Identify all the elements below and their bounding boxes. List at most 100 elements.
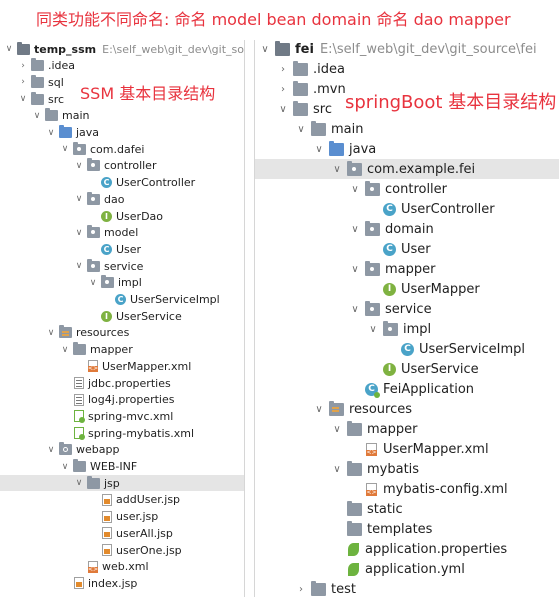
tree-node[interactable]: ∨ jsp: [0, 475, 244, 492]
tree-node[interactable]: userAll.jsp: [0, 525, 244, 541]
tree-node[interactable]: ∨ WEB-INF: [0, 459, 244, 475]
expand-arrow-down-icon[interactable]: ∨: [259, 44, 271, 55]
expand-arrow-down-icon[interactable]: ∨: [277, 104, 289, 115]
tree-node[interactable]: spring-mybatis.xml: [0, 425, 244, 441]
tree-node[interactable]: application.properties: [255, 539, 559, 559]
tree-node[interactable]: I UserService: [255, 359, 559, 379]
tree-node[interactable]: jdbc.properties: [0, 375, 244, 391]
tree-node[interactable]: UserMapper.xml: [255, 439, 559, 459]
tree-node[interactable]: application.yml: [255, 559, 559, 579]
expand-arrow-down-icon[interactable]: ∨: [331, 424, 343, 435]
expand-arrow-down-icon[interactable]: ∨: [4, 44, 14, 54]
tree-node[interactable]: ∨ com.example.fei: [255, 159, 559, 179]
expand-arrow-down-icon[interactable]: ∨: [60, 144, 70, 154]
tree-node[interactable]: ∨ com.dafei: [0, 141, 244, 157]
tree-node[interactable]: C User: [255, 239, 559, 259]
tree-node[interactable]: I UserService: [0, 308, 244, 324]
tree-node[interactable]: ∨ mapper: [255, 419, 559, 439]
tree-node[interactable]: UserMapper.xml: [0, 358, 244, 374]
expand-arrow-right-icon[interactable]: ›: [277, 84, 289, 95]
tree-node[interactable]: C FeiApplication: [255, 379, 559, 399]
expand-arrow-down-icon[interactable]: ∨: [74, 161, 84, 171]
expand-arrow-down-icon[interactable]: ∨: [331, 164, 343, 175]
tree-node[interactable]: ∨ service: [255, 299, 559, 319]
tree-node[interactable]: ∨ resources: [255, 399, 559, 419]
expand-arrow-right-icon[interactable]: ›: [18, 77, 28, 87]
expand-arrow-right-icon[interactable]: ›: [18, 61, 28, 71]
tree-node[interactable]: › .idea: [0, 58, 244, 74]
left-project-tree-panel[interactable]: ∨ temp_ssm E:\self_web\git_dev\git_source\…: [0, 40, 245, 597]
tree-node[interactable]: ∨ resources: [0, 325, 244, 341]
tree-node[interactable]: › .idea: [255, 59, 559, 79]
expand-arrow-down-icon[interactable]: ∨: [74, 261, 84, 271]
tree-node[interactable]: ∨ main: [0, 108, 244, 124]
expand-arrow-down-icon[interactable]: ∨: [74, 478, 84, 488]
expand-arrow-down-icon[interactable]: ∨: [46, 128, 56, 138]
tree-node[interactable]: ∨ service: [0, 258, 244, 274]
tree-node[interactable]: ∨ fei E:\self_web\git_dev\git_source\fei: [255, 40, 559, 59]
expand-arrow-down-icon[interactable]: ∨: [74, 228, 84, 238]
expand-arrow-right-icon[interactable]: ›: [277, 64, 289, 75]
expand-arrow-down-icon[interactable]: ∨: [46, 445, 56, 455]
expand-arrow-down-icon[interactable]: ∨: [32, 111, 42, 121]
tree-node-label: src: [313, 101, 332, 117]
expand-arrow-right-icon[interactable]: ›: [295, 584, 307, 595]
tree-node-label: web.xml: [102, 560, 149, 574]
expand-arrow-down-icon[interactable]: ∨: [295, 124, 307, 135]
tree-node[interactable]: ∨ mapper: [0, 342, 244, 358]
tree-node-label: java: [349, 141, 377, 157]
tree-node[interactable]: static: [255, 499, 559, 519]
tree-node[interactable]: mybatis-config.xml: [255, 479, 559, 499]
tree-node[interactable]: user.jsp: [0, 509, 244, 525]
right-project-tree-panel[interactable]: ∨ fei E:\self_web\git_dev\git_source\fei ›.…: [254, 40, 559, 597]
tree-node[interactable]: I UserDao: [0, 208, 244, 224]
expand-arrow-down-icon[interactable]: ∨: [18, 94, 28, 104]
tree-node[interactable]: C UserController: [255, 199, 559, 219]
tree-node[interactable]: ∨ java: [255, 139, 559, 159]
tree-node[interactable]: ∨ dao: [0, 191, 244, 207]
expand-arrow-down-icon[interactable]: ∨: [367, 324, 379, 335]
expand-arrow-down-icon[interactable]: ∨: [349, 184, 361, 195]
tree-node[interactable]: ∨ main: [255, 119, 559, 139]
spring-config-icon: [74, 410, 85, 424]
tree-node[interactable]: ∨ java: [0, 125, 244, 141]
tree-node[interactable]: ∨ controller: [0, 158, 244, 174]
tree-node[interactable]: ∨ impl: [255, 319, 559, 339]
tree-node[interactable]: I UserMapper: [255, 279, 559, 299]
tree-node[interactable]: userOne.jsp: [0, 542, 244, 558]
expand-arrow-down-icon[interactable]: ∨: [349, 224, 361, 235]
expand-arrow-down-icon[interactable]: ∨: [331, 464, 343, 475]
source-folder-icon: [329, 140, 344, 156]
expand-arrow-down-icon[interactable]: ∨: [349, 304, 361, 315]
tree-node[interactable]: addUser.jsp: [0, 492, 244, 508]
tree-node[interactable]: ∨ domain: [255, 219, 559, 239]
tree-node-label: log4j.properties: [88, 393, 175, 407]
tree-node[interactable]: templates: [255, 519, 559, 539]
tree-node[interactable]: C UserServiceImpl: [0, 292, 244, 308]
tree-node[interactable]: ∨ controller: [255, 179, 559, 199]
tree-node[interactable]: › test: [255, 579, 559, 597]
expand-arrow-down-icon[interactable]: ∨: [88, 278, 98, 288]
tree-node[interactable]: ∨ mapper: [255, 259, 559, 279]
expand-arrow-down-icon[interactable]: ∨: [313, 144, 325, 155]
tree-node[interactable]: ∨ webapp: [0, 442, 244, 458]
tree-node[interactable]: spring-mvc.xml: [0, 408, 244, 424]
tree-node[interactable]: index.jsp: [0, 575, 244, 591]
tree-node[interactable]: ∨ impl: [0, 275, 244, 291]
expand-arrow-down-icon[interactable]: ∨: [313, 404, 325, 415]
tree-node[interactable]: C UserController: [0, 175, 244, 191]
expand-arrow-down-icon[interactable]: ∨: [46, 328, 56, 338]
tree-node[interactable]: ∨ temp_ssm E:\self_web\git_dev\git_source\…: [0, 41, 244, 57]
tree-node[interactable]: ∨ mybatis: [255, 459, 559, 479]
expand-arrow-down-icon[interactable]: ∨: [74, 194, 84, 204]
tree-node-label: mybatis: [367, 461, 420, 477]
tree-node[interactable]: C UserServiceImpl: [255, 339, 559, 359]
expand-arrow-down-icon[interactable]: ∨: [349, 264, 361, 275]
expand-arrow-down-icon[interactable]: ∨: [60, 345, 70, 355]
tree-node[interactable]: web.xml: [0, 559, 244, 575]
tree-node-label: mybatis-config.xml: [383, 481, 508, 497]
tree-node[interactable]: C User: [0, 241, 244, 257]
tree-node[interactable]: ∨ model: [0, 225, 244, 241]
tree-node[interactable]: log4j.properties: [0, 392, 244, 408]
expand-arrow-down-icon[interactable]: ∨: [60, 462, 70, 472]
